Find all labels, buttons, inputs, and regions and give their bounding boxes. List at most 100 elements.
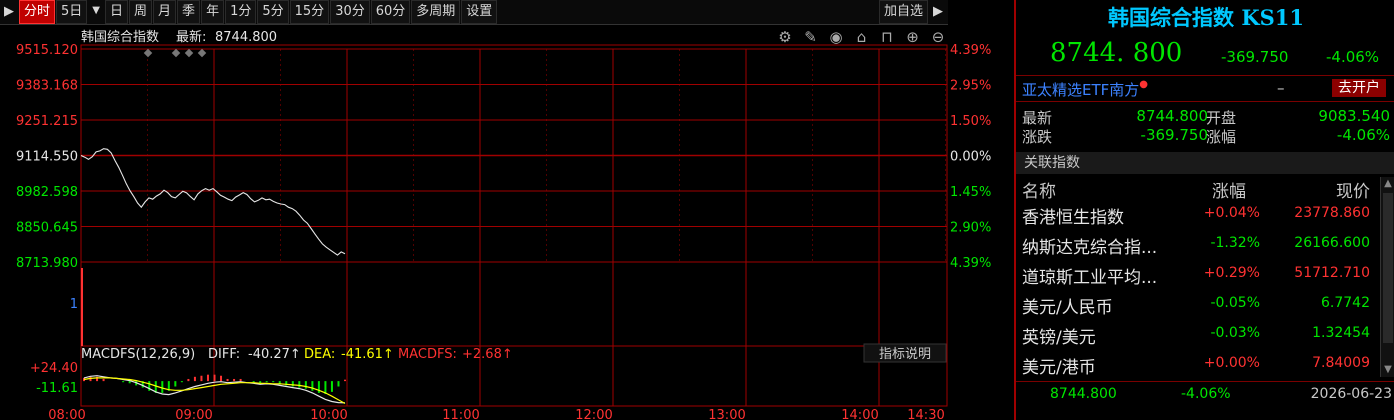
related-name: 美元/港币 xyxy=(1022,358,1096,378)
period-tab[interactable]: 多周期 xyxy=(411,0,461,24)
expand-right-icon[interactable]: ▶︎ xyxy=(929,1,947,23)
time-axis-label: 14:00 xyxy=(841,408,878,420)
related-name: 香港恒生指数 xyxy=(1022,208,1124,228)
macd-diff-label: DIFF: xyxy=(208,347,240,362)
pct-axis-label: 2.90% xyxy=(950,221,991,236)
dropdown-arrow-icon[interactable]: ▼ xyxy=(88,0,104,22)
latest-value: 8744.800 xyxy=(1136,107,1208,125)
period-tab[interactable]: 5分 xyxy=(257,0,289,24)
macd-axis-top: +24.40 xyxy=(30,361,78,376)
indicator-help-button[interactable]: 指标说明 xyxy=(879,347,931,362)
bottom-price: 8744.800 xyxy=(1050,386,1117,402)
bottom-date: 2026-06-23 xyxy=(1310,386,1392,402)
divider xyxy=(1016,381,1394,382)
price-axis-label: 8850.645 xyxy=(16,221,78,236)
period-tab[interactable]: 分时 xyxy=(19,0,56,24)
pct-axis-label: 4.39% xyxy=(950,43,991,58)
scroll-down-icon[interactable]: ▼ xyxy=(1381,363,1394,377)
latest-label: 最新 xyxy=(1022,109,1053,127)
zoom-out-icon[interactable]: ⊖ xyxy=(932,28,945,46)
related-row[interactable]: 香港恒生指数 +0.04% 23778.860 xyxy=(1022,203,1370,231)
related-price: 23778.860 xyxy=(1294,205,1370,221)
divider xyxy=(1016,75,1394,76)
eye-icon[interactable]: ◉ xyxy=(829,28,842,46)
period-tab[interactable]: 15分 xyxy=(289,0,330,24)
related-row[interactable]: 纳斯达克综合指... -1.32% 26166.600 xyxy=(1022,233,1370,261)
open-account-button[interactable]: 去开户 xyxy=(1332,79,1386,97)
related-name: 美元/人民币 xyxy=(1022,298,1113,318)
period-tab[interactable]: 月 xyxy=(153,0,177,24)
period-tab[interactable]: 5日 xyxy=(56,0,88,24)
related-change: +0.00% xyxy=(1203,355,1260,371)
related-change: -0.05% xyxy=(1210,295,1260,311)
bottom-status: 8744.800 -4.06% 2026-06-23 xyxy=(1016,384,1394,406)
time-axis-label: 13:00 xyxy=(708,408,745,420)
scroll-up-icon[interactable]: ▲ xyxy=(1381,177,1394,191)
related-change: +0.04% xyxy=(1203,205,1260,221)
briefcase-icon[interactable]: ⌂ xyxy=(857,28,867,46)
panel-price: 8744. 800 xyxy=(1050,38,1183,68)
time-axis-label: 11:00 xyxy=(442,408,479,420)
period-tab[interactable]: 设置 xyxy=(461,0,498,24)
etf-name-text: 亚太精选ETF南方 xyxy=(1022,81,1140,99)
related-price: 26166.600 xyxy=(1294,235,1370,251)
period-tab[interactable]: 周 xyxy=(129,0,153,24)
chart-name: 韩国综合指数 xyxy=(81,30,159,45)
macd-hist-value: +2.68↑ xyxy=(462,347,513,362)
related-columns: 名称 涨幅 现价 xyxy=(1022,177,1392,202)
related-change: +0.29% xyxy=(1203,265,1260,281)
bottom-pct: -4.06% xyxy=(1181,386,1231,402)
related-row[interactable]: 英镑/美元 -0.03% 1.32454 xyxy=(1022,323,1370,351)
col-name[interactable]: 名称 xyxy=(1022,177,1056,202)
period-tab[interactable]: 年 xyxy=(201,0,225,24)
collapse-left-icon[interactable]: ▶︎ xyxy=(0,1,18,23)
change-label: 涨跌 xyxy=(1022,128,1053,146)
related-change: -1.32% xyxy=(1210,235,1260,251)
time-axis-label: 08:00 xyxy=(48,408,85,420)
price-axis-label: 9114.550 xyxy=(16,150,78,165)
macd-hist-label: MACDFS: xyxy=(398,347,457,362)
related-index-header[interactable]: 关联指数 xyxy=(1016,152,1394,174)
period-tab[interactable]: 日 xyxy=(105,0,129,24)
period-tab[interactable]: 季 xyxy=(177,0,201,24)
toolbar-right: 加自选 ▶︎ xyxy=(878,0,948,24)
period-tab[interactable]: 1分 xyxy=(225,0,257,24)
period-tab[interactable]: 60分 xyxy=(370,0,411,24)
related-row[interactable]: 道琼斯工业平均... +0.29% 51712.710 xyxy=(1022,263,1370,291)
etf-name[interactable]: 亚太精选ETF南方● xyxy=(1022,79,1148,100)
open-label: 开盘 xyxy=(1206,109,1237,127)
time-axis-label: 12:00 xyxy=(575,408,612,420)
quote-panel: 韩国综合指数 KS11 8744. 800 -369.750 -4.06% 亚太… xyxy=(1014,0,1394,420)
macd-name: MACDFS(12,26,9) xyxy=(81,347,195,362)
add-watchlist-button[interactable]: 加自选 xyxy=(878,0,928,24)
price-axis-label: 9383.168 xyxy=(16,79,78,94)
price-axis-label: 8713.980 xyxy=(16,256,78,271)
related-row[interactable]: 美元/港币 +0.00% 7.84009 xyxy=(1022,353,1370,381)
zoom-in-icon[interactable]: ⊕ xyxy=(906,28,919,46)
intraday-chart[interactable]: 9515.120 9383.168 9251.215 9114.550 8982.598… xyxy=(0,24,1012,420)
draw-icon[interactable]: ✎ xyxy=(804,28,817,46)
related-price: 7.84009 xyxy=(1312,355,1370,371)
chart-latest-label: 最新: xyxy=(176,29,206,45)
related-price: 1.32454 xyxy=(1312,325,1370,341)
related-row[interactable]: 美元/人民币 -0.05% 6.7742 xyxy=(1022,293,1370,321)
related-name: 纳斯达克综合指... xyxy=(1022,238,1158,258)
settings-icon[interactable]: ⚙ xyxy=(778,28,791,46)
quote-row-latest: 最新 8744.800 开盘 9083.540 xyxy=(1022,107,1390,127)
macd-axis-mid: -11.61 xyxy=(36,381,78,396)
col-change[interactable]: 涨幅 xyxy=(1212,177,1246,202)
lock-icon[interactable]: ⊓ xyxy=(881,28,893,46)
related-price: 6.7742 xyxy=(1321,295,1370,311)
pct-axis-label: 1.45% xyxy=(950,185,991,200)
pct-axis-label: 0.00% xyxy=(950,150,991,165)
related-change: -0.03% xyxy=(1210,325,1260,341)
period-tab[interactable]: 30分 xyxy=(330,0,370,24)
pct-axis-label: 4.39% xyxy=(950,256,991,271)
scroll-thumb[interactable] xyxy=(1383,193,1393,343)
event-marker-icon xyxy=(184,48,194,58)
col-price[interactable]: 现价 xyxy=(1336,177,1370,202)
related-scrollbar[interactable]: ▲ ▼ xyxy=(1380,177,1394,377)
price-axis-label: 9515.120 xyxy=(16,43,78,58)
macd-dea-value: -41.61↑ xyxy=(341,347,394,362)
etf-row[interactable]: 亚太精选ETF南方● – 去开户 xyxy=(1022,79,1392,99)
